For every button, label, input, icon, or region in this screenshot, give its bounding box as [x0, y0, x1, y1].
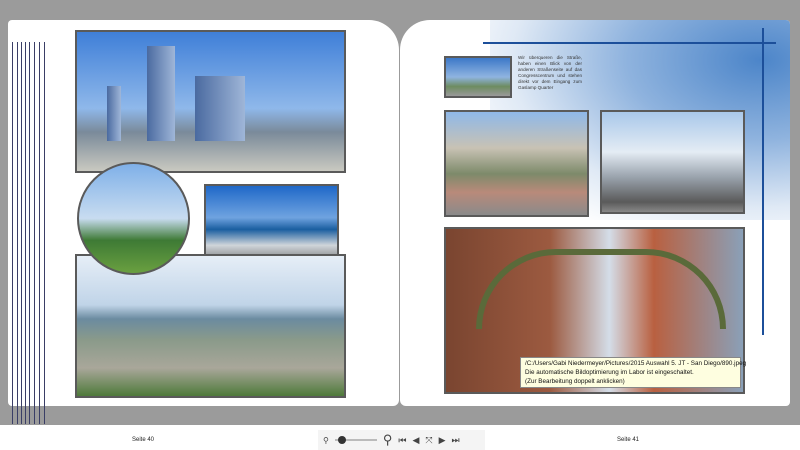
first-page-button[interactable]: ⏮	[398, 435, 406, 446]
page-edge-line	[44, 42, 45, 424]
photo-palm-street[interactable]	[444, 56, 512, 98]
previous-page-button[interactable]: ◀	[413, 435, 420, 446]
zoom-in-icon[interactable]: ⚲	[383, 432, 393, 448]
navigation-toolbar: ⚲ ⚲ ⏮ ◀ ⤧ ▶ ⏭	[318, 430, 485, 450]
next-page-button[interactable]: ▶	[439, 435, 446, 446]
photo-limousine-circle[interactable]	[77, 162, 190, 275]
left-page-label: Seite 40	[132, 437, 155, 443]
image-tooltip: /C:/Users/Gabi Niedermeyer/Pictures/2015…	[520, 357, 747, 388]
page-edge-line	[12, 42, 13, 424]
photo-hotel-towers[interactable]	[75, 30, 346, 173]
page-edge-line	[34, 42, 35, 424]
right-page-label: Seite 41	[617, 437, 640, 443]
page-edge-line	[25, 42, 26, 424]
zoom-slider[interactable]	[334, 436, 377, 444]
accent-line-horizontal	[483, 42, 776, 44]
page-edge-line	[39, 42, 40, 424]
tooltip-hint: (Zur Bearbeitung doppelt anklicken)	[525, 378, 625, 385]
photo-city-street[interactable]	[444, 110, 589, 217]
tooltip-optimization: Die automatische Bildoptimierung im Labo…	[525, 369, 694, 376]
gaslamp-arch	[476, 249, 726, 329]
page-edge-line	[29, 42, 30, 424]
photo-marina[interactable]	[75, 254, 346, 398]
last-page-button[interactable]: ⏭	[452, 435, 460, 446]
caption-text[interactable]: Wir überqueren die Straße, haben einen B…	[518, 55, 582, 91]
tooltip-path: /C:/Users/Gabi Niedermeyer/Pictures/2015…	[525, 360, 747, 367]
page-edge-line	[21, 42, 22, 424]
page-edge-line	[17, 42, 18, 424]
photo-convention-center[interactable]	[600, 110, 745, 214]
fit-page-button[interactable]: ⤧	[425, 435, 432, 446]
zoom-slider-handle[interactable]	[338, 436, 347, 444]
accent-line-vertical	[762, 28, 764, 335]
zoom-out-icon[interactable]: ⚲	[323, 436, 329, 445]
